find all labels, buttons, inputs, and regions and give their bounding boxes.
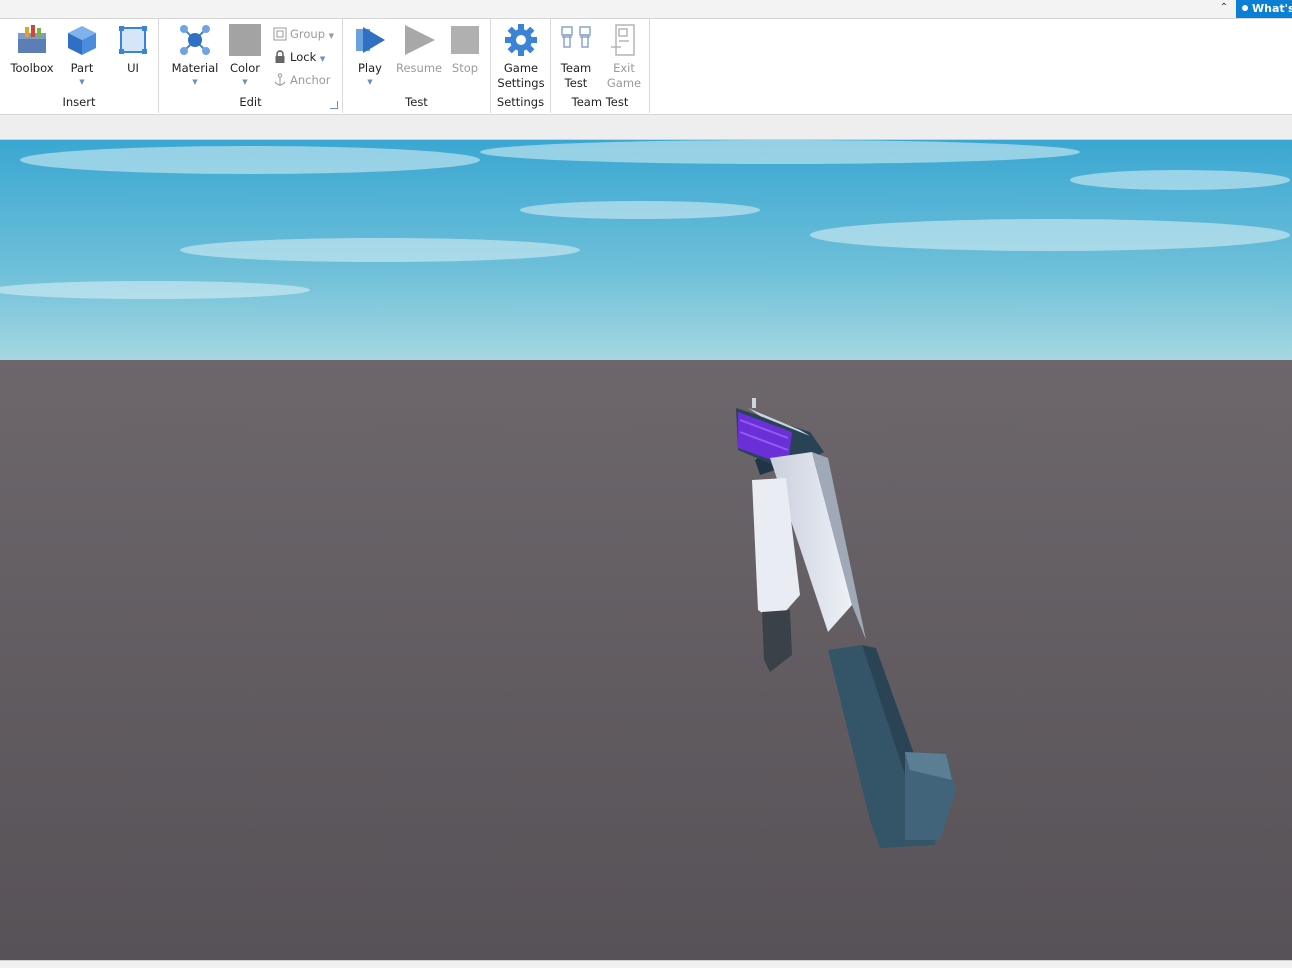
resume-icon (405, 25, 435, 55)
insert-group-label: Insert (62, 95, 96, 109)
ui-frame-icon (119, 26, 147, 54)
stop-button[interactable]: Stop (442, 23, 488, 76)
ribbon-toolbar: Toolbox Part ▼ UI Insert Material ▼ Colo… (0, 19, 1292, 115)
part-button[interactable]: Part ▼ (59, 23, 105, 86)
ui-button[interactable]: UI (110, 23, 156, 76)
play-button[interactable]: Play ▼ (347, 23, 393, 86)
team-test-label-line2: Test (564, 76, 588, 90)
toolbox-label: Toolbox (10, 61, 54, 75)
edit-settings-launcher-icon[interactable] (330, 101, 338, 109)
group-icon (273, 27, 287, 41)
team-test-icon (561, 26, 591, 48)
test-group-label: Test (405, 95, 428, 109)
insert-group: Toolbox Part ▼ UI Insert (0, 19, 159, 113)
exit-game-label-line1: Exit (613, 61, 635, 75)
info-dot-icon (1242, 5, 1248, 11)
anchor-label: Anchor (290, 73, 331, 87)
gear-icon (505, 24, 537, 56)
whats-new-button[interactable]: What's (1236, 0, 1292, 18)
group-label: Group (290, 27, 326, 41)
color-button[interactable]: Color ▼ (222, 23, 268, 86)
game-settings-button[interactable]: Game Settings (497, 23, 545, 91)
settings-group: Game Settings Settings (491, 19, 551, 113)
play-icon (356, 27, 385, 53)
stop-icon (451, 26, 479, 54)
anchor-icon (274, 73, 286, 86)
whats-new-label: What's (1252, 2, 1292, 15)
part-dropdown-icon[interactable]: ▼ (59, 78, 105, 86)
lock-button[interactable]: Lock ▼ (273, 48, 325, 66)
material-button[interactable]: Material ▼ (171, 23, 219, 86)
part-cube-icon (68, 26, 96, 55)
material-dropdown-icon[interactable]: ▼ (171, 78, 219, 86)
team-test-group-label: Team Test (571, 95, 629, 109)
baseplate (0, 360, 1292, 960)
material-label: Material (171, 61, 219, 75)
title-strip: ⌃ What's (0, 0, 1292, 19)
edit-group-label: Edit (239, 95, 262, 109)
resume-label: Resume (396, 61, 443, 75)
anchor-button[interactable]: Anchor (273, 71, 331, 89)
collapse-ribbon-icon[interactable]: ⌃ (1217, 1, 1231, 15)
lock-label: Lock (290, 50, 317, 64)
group-dropdown-icon: ▼ (328, 32, 335, 40)
material-icon (180, 25, 210, 55)
team-test-button[interactable]: Team Test (553, 23, 599, 91)
edit-group: Material ▼ Color ▼ Group ▼ Lock ▼ Anchor… (159, 19, 343, 113)
stop-label: Stop (451, 61, 479, 75)
settings-group-label: Settings (496, 95, 545, 109)
lock-icon (275, 50, 285, 63)
toolbox-button[interactable]: Toolbox (9, 23, 55, 76)
play-dropdown-icon[interactable]: ▼ (347, 78, 393, 86)
resume-button[interactable]: Resume (396, 23, 442, 76)
part-label: Part (70, 61, 94, 75)
play-label: Play (358, 61, 382, 75)
test-group: Play ▼ Resume Stop Test (343, 19, 491, 113)
team-test-label-line1: Team (560, 61, 592, 75)
ui-label: UI (127, 61, 139, 75)
exit-game-icon (611, 24, 635, 56)
color-dropdown-icon[interactable]: ▼ (222, 78, 268, 86)
lock-dropdown-icon: ▼ (319, 55, 326, 63)
viewport-scene (0, 140, 1292, 960)
exit-game-label-line2: Game (606, 76, 642, 90)
exit-game-button[interactable]: Exit Game (601, 23, 647, 91)
document-tab-strip (0, 115, 1292, 140)
color-label: Color (229, 61, 261, 75)
toolbox-icon (18, 25, 46, 53)
group-button[interactable]: Group ▼ (273, 25, 334, 43)
game-settings-label-line1: Game (503, 61, 539, 75)
3d-viewport[interactable] (0, 140, 1292, 960)
game-settings-label-line2: Settings (497, 76, 545, 90)
color-swatch-icon (229, 24, 261, 56)
team-test-group: Team Test Exit Game Team Test (551, 19, 650, 113)
